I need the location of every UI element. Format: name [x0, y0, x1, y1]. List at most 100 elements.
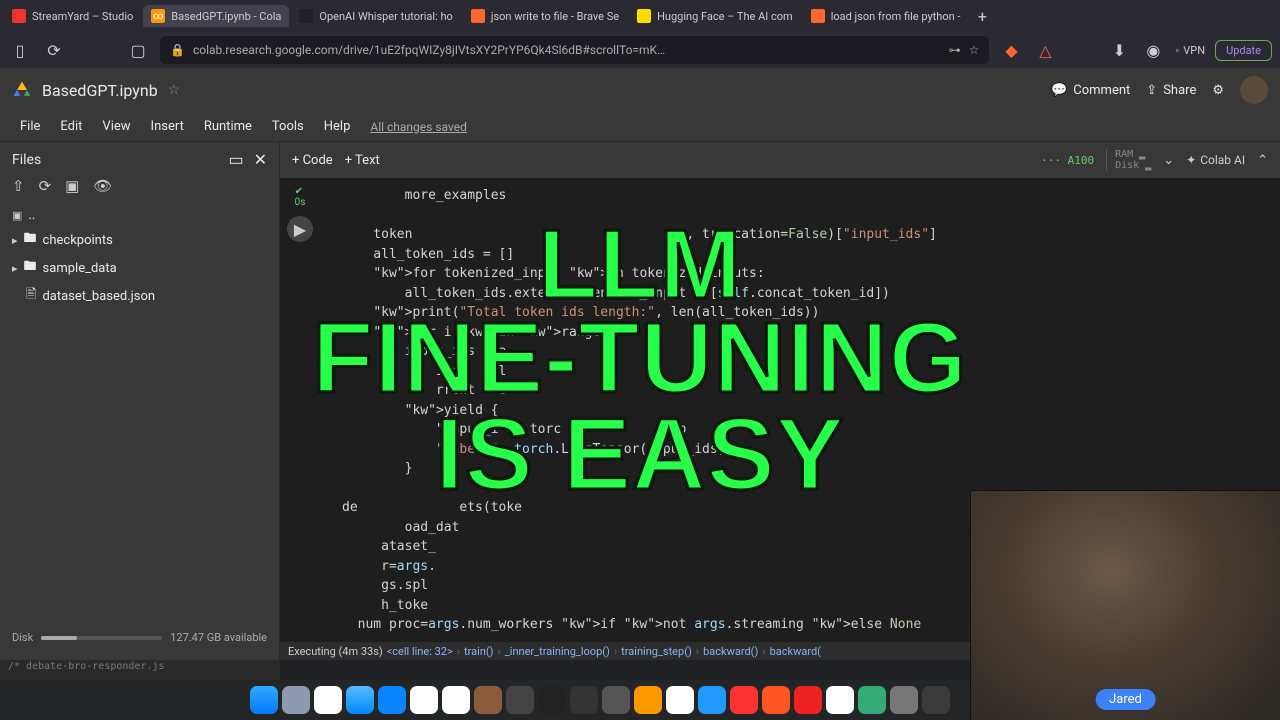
chevron-right-icon: ▸: [12, 234, 18, 247]
colab-ai-button[interactable]: ✦ Colab AI: [1186, 153, 1245, 167]
resource-meter[interactable]: RAM ▂ Disk ▂: [1106, 149, 1151, 171]
menu-view[interactable]: View: [94, 115, 138, 138]
browser-tab[interactable]: ∞BasedGPT.ipynb - Cola: [143, 5, 289, 27]
reload-icon[interactable]: ⟳: [42, 38, 66, 62]
shield-icon[interactable]: ▢: [126, 38, 150, 62]
menu-help[interactable]: Help: [316, 115, 359, 138]
menu-file[interactable]: File: [12, 115, 48, 138]
new-tab-button[interactable]: +: [970, 4, 994, 28]
warning-icon[interactable]: △: [1033, 38, 1057, 62]
site-icon: [12, 9, 26, 23]
download-icon[interactable]: ⬇: [1107, 38, 1131, 62]
close-panel-icon[interactable]: ✕: [254, 150, 267, 169]
settings-icon[interactable]: ⚙: [1212, 83, 1224, 98]
figma-icon[interactable]: [538, 686, 566, 714]
site-icon: [637, 9, 651, 23]
tree-file[interactable]: 🖹dataset_based.json: [12, 282, 267, 310]
colab-header: BasedGPT.ipynb ☆ 💬Comment ⇪Share ⚙: [0, 68, 1280, 112]
folder-icon: ▣: [12, 209, 22, 222]
browser-tab[interactable]: Hugging Face – The AI com: [629, 5, 801, 27]
app-icon[interactable]: [794, 686, 822, 714]
sublime-icon[interactable]: [634, 686, 662, 714]
app-icon[interactable]: [890, 686, 918, 714]
comment-icon: 💬: [1051, 83, 1067, 98]
key-icon[interactable]: ⊶: [949, 43, 961, 57]
app-icon[interactable]: [506, 686, 534, 714]
url-field[interactable]: 🔒 colab.research.google.com/drive/1uE2fp…: [160, 36, 989, 64]
avatar[interactable]: [1240, 76, 1268, 104]
presenter-name-tag: Jared: [1095, 689, 1156, 710]
app-icon[interactable]: [314, 686, 342, 714]
star-icon[interactable]: ☆: [969, 43, 980, 57]
share-button[interactable]: ⇪Share: [1146, 83, 1196, 98]
brave-icon[interactable]: [762, 686, 790, 714]
vpn-badge[interactable]: ◦VPN: [1175, 44, 1205, 57]
add-code-button[interactable]: + Code: [292, 153, 333, 168]
run-cell-button[interactable]: ▶: [287, 216, 313, 242]
folder-icon: 🖿: [24, 257, 37, 279]
stack-frame[interactable]: backward(): [703, 645, 758, 658]
editor-tab-strip: /* debate-bro-responder.js: [0, 660, 280, 680]
mount-drive-icon[interactable]: ▣: [65, 177, 79, 195]
app-icon[interactable]: [378, 686, 406, 714]
menubar: File Edit View Insert Runtime Tools Help…: [0, 112, 1280, 142]
cell-status-check-icon: ✔0s: [295, 186, 306, 208]
menu-insert[interactable]: Insert: [143, 115, 192, 138]
app-icon[interactable]: [474, 686, 502, 714]
tree-folder[interactable]: ▸🖿sample_data: [12, 254, 267, 282]
share-icon: ⇪: [1146, 83, 1157, 98]
menu-tools[interactable]: Tools: [264, 115, 312, 138]
new-window-icon[interactable]: ▭: [228, 150, 243, 169]
runtime-menu-caret[interactable]: ⌄: [1163, 153, 1174, 168]
upload-icon[interactable]: ⇧: [12, 177, 25, 195]
stack-frame[interactable]: train(): [464, 645, 493, 658]
browser-tab[interactable]: load json from file python -: [803, 5, 969, 27]
editor-menu-caret[interactable]: ⌃: [1257, 153, 1268, 168]
brave-shield-icon[interactable]: ◆: [999, 38, 1023, 62]
app-icon[interactable]: [922, 686, 950, 714]
url-text: colab.research.google.com/drive/1uE2fpqW…: [193, 43, 941, 57]
menu-edit[interactable]: Edit: [52, 115, 90, 138]
browser-tab[interactable]: json write to file - Brave Se: [463, 5, 627, 27]
site-icon: [471, 9, 485, 23]
telegram-icon[interactable]: [698, 686, 726, 714]
stack-frame[interactable]: <cell line: 32>: [387, 645, 453, 658]
menu-runtime[interactable]: Runtime: [196, 115, 260, 138]
stack-frame[interactable]: _inner_training_loop(): [505, 645, 610, 658]
files-toolbar: ⇧ ⟳ ▣ 👁: [12, 177, 267, 195]
photos-icon[interactable]: [442, 686, 470, 714]
runtime-type[interactable]: ··· A100: [1041, 154, 1094, 167]
document-title[interactable]: BasedGPT.ipynb: [42, 81, 158, 100]
account-icon[interactable]: ◉: [1141, 38, 1165, 62]
stack-frame[interactable]: training_step(): [621, 645, 692, 658]
add-text-button[interactable]: + Text: [345, 153, 380, 168]
app-icon[interactable]: [730, 686, 758, 714]
chrome-icon[interactable]: [666, 686, 694, 714]
app-icon[interactable]: [826, 686, 854, 714]
app-icon[interactable]: [282, 686, 310, 714]
finder-icon[interactable]: [250, 686, 278, 714]
files-title: Files: [12, 152, 41, 168]
app-icon[interactable]: [570, 686, 598, 714]
tree-up[interactable]: ▣..: [12, 205, 267, 226]
site-icon: [811, 9, 825, 23]
mail-icon[interactable]: [346, 686, 374, 714]
files-sidebar: Files ▭ ✕ ⇧ ⟳ ▣ 👁 ▣.. ▸🖿checkpoints ▸🖿sa…: [0, 142, 280, 660]
star-button[interactable]: ☆: [168, 82, 181, 98]
browser-tab[interactable]: StreamYard – Studio: [4, 5, 141, 27]
app-icon[interactable]: [858, 686, 886, 714]
tree-folder[interactable]: ▸🖿checkpoints: [12, 226, 267, 254]
update-button[interactable]: Update: [1215, 40, 1272, 61]
browser-tab[interactable]: OpenAI Whisper tutorial: ho: [291, 5, 460, 27]
refresh-icon[interactable]: ⟳: [39, 177, 52, 195]
webcam-overlay: Jared: [970, 490, 1280, 720]
save-status[interactable]: All changes saved: [370, 120, 466, 134]
calendar-icon[interactable]: [410, 686, 438, 714]
side-panel-icon[interactable]: ▯: [8, 38, 32, 62]
site-icon: [299, 9, 313, 23]
stack-frame[interactable]: backward(: [770, 645, 821, 658]
toggle-hidden-icon[interactable]: 👁: [93, 177, 112, 195]
comment-button[interactable]: 💬Comment: [1051, 83, 1130, 98]
disk-info: Disk 127.47 GB available: [12, 623, 267, 652]
app-icon[interactable]: [602, 686, 630, 714]
